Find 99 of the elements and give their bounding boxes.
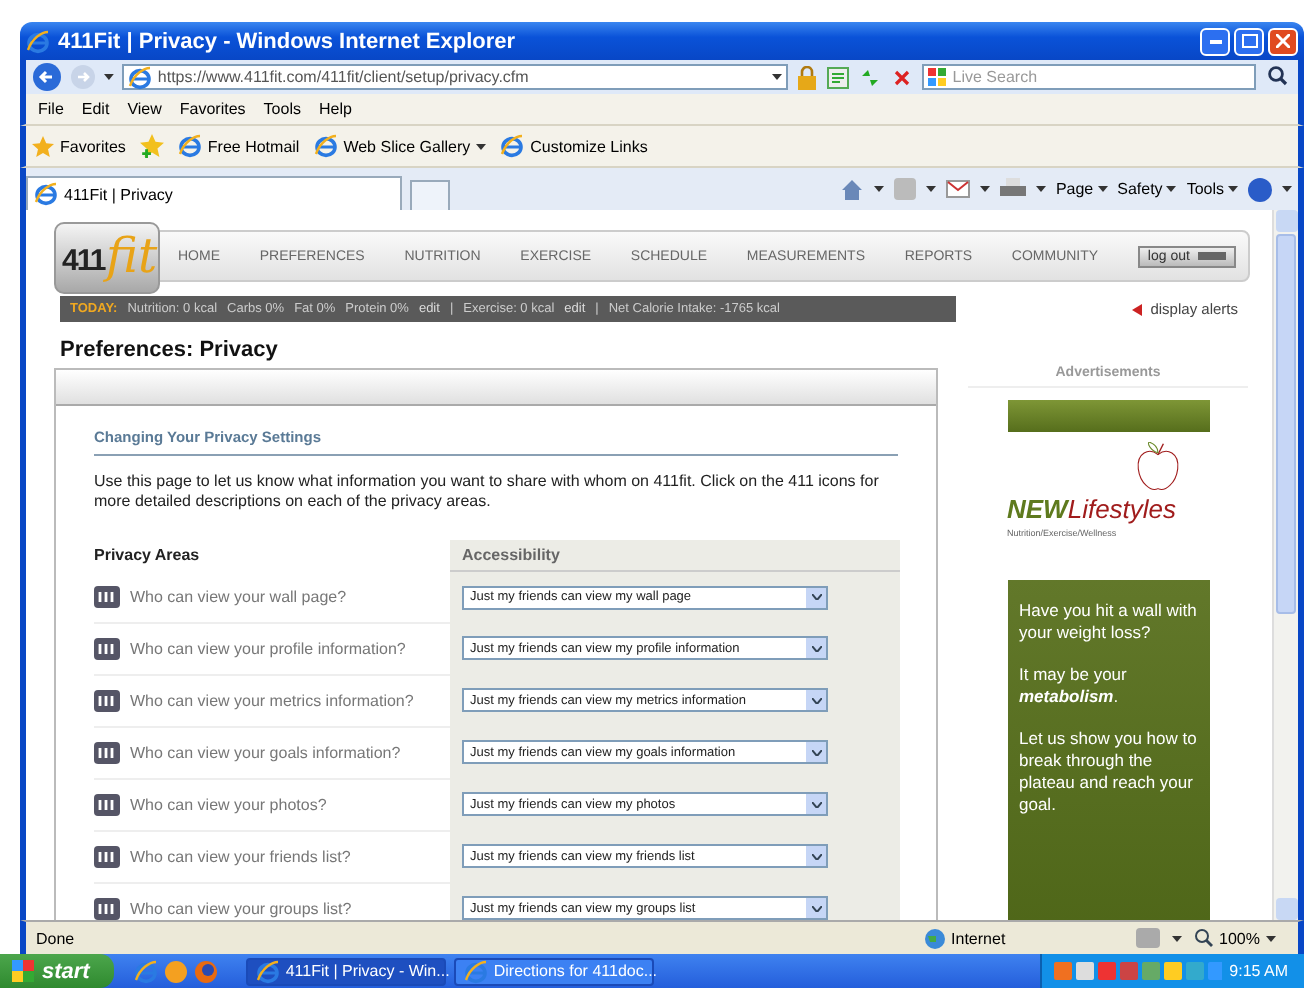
info-badge-icon[interactable] [94,585,120,607]
caret-icon [1266,935,1276,941]
ie-logo-icon [26,29,50,53]
info-badge-icon[interactable] [94,845,120,867]
info-badge-icon[interactable] [94,637,120,659]
browser-tab[interactable]: 411Fit | Privacy [26,176,402,210]
window-icon [463,959,488,983]
column-header: Privacy Areas [94,540,450,571]
description-text: Use this page to let us know what information you want to share with whom on 411fit. Click on the 411 icons for more detailed descriptions on each of the privacy areas. [94,472,881,512]
zoom-control[interactable]: 100% [1193,928,1288,948]
chevron-down-icon [811,697,821,703]
info-badge-icon[interactable] [94,793,120,815]
privacy-question: Who can view your goals information? [130,743,401,761]
ad-text: Have you hit a wall with your weight loss? [1019,600,1197,645]
caret-icon [1035,186,1046,192]
menu-item[interactable]: Edit [81,100,110,118]
flag-logo-icon [928,68,947,86]
clock: 9:15 AM [1229,962,1288,980]
triangle-icon [1132,303,1143,315]
page-icon [127,65,152,89]
ad-text: It may be your metabolism. [1019,664,1129,709]
caret-icon [1171,935,1182,941]
chevron-down-icon [811,645,821,651]
page-icon [500,134,525,158]
column-header: Accessibility [450,540,900,571]
caret-icon [979,186,990,192]
caret-icon [476,143,487,149]
favorites-button[interactable]: Favorites [32,135,126,157]
privacy-question: Who can view your wall page? [130,587,347,605]
caret-icon [772,74,783,80]
privacy-question: Who can view your metrics information? [130,691,414,709]
globe-icon [923,927,946,949]
site-logo[interactable]: 411fit [54,222,160,294]
page-heading: Preferences: Privacy [60,338,280,362]
stop-icon[interactable] [890,65,915,89]
mail-icon[interactable] [945,179,970,199]
chevron-down-icon [811,801,821,807]
page-icon [313,134,338,158]
minimize-button[interactable] [1200,27,1230,55]
privacy-question: Who can view your photos? [130,795,327,813]
window-title: 411Fit | Privacy - Windows Internet Explorer [58,29,516,53]
start-button[interactable]: start [0,954,114,988]
caret-icon [925,186,936,192]
taskbar-button[interactable]: Directions for 411doc... [453,957,654,985]
info-badge-icon[interactable] [94,897,120,919]
back-button[interactable] [32,62,62,92]
caret-icon [104,74,114,80]
tray-icons-drawing[interactable] [1053,960,1222,982]
taskbar-button[interactable]: 411Fit | Privacy - Win... [245,957,446,985]
maximize-button[interactable] [1234,27,1264,55]
minimize-icon [1209,38,1221,44]
new-tab-button[interactable] [410,180,450,210]
refresh-icon[interactable] [858,65,883,89]
info-badge-icon[interactable] [94,689,120,711]
chevron-down-icon [811,905,821,911]
caret-icon [1282,186,1292,192]
menu-item[interactable]: Favorites [179,100,246,118]
add-favorite-icon[interactable] [139,134,164,158]
padlock-icon [796,65,819,89]
close-button[interactable] [1268,27,1298,55]
privacy-question: Who can view your friends list? [130,847,351,865]
privacy-question: Who can view your profile information? [130,639,406,657]
favorites-link[interactable]: Free Hotmail [177,134,300,158]
command-menu[interactable]: Page [1055,180,1108,198]
ad-panel[interactable]: Have you hit a wall with your weight loss? It may be your metabolism. Let us show you how to break through the plateau and reach your goal. [1007,580,1209,920]
caret-icon [1097,186,1108,192]
scrollbar[interactable] [1272,210,1298,920]
menu-item[interactable]: File [38,100,64,118]
chevron-down-icon [811,594,821,600]
ad-text: Let us show you how to break through the plateau and reach your goal. [1019,728,1197,817]
maximize-icon [1241,34,1257,48]
menu-item[interactable]: View [127,100,162,118]
favorites-link[interactable]: Web Slice Gallery [313,134,487,158]
brand-name: NEWLifestyles [1007,494,1177,524]
window-icon [255,959,280,983]
compatibility-icon[interactable] [826,65,851,89]
page-icon [177,134,202,158]
star-icon [32,135,54,157]
address-field[interactable]: https://www.411fit.com/411fit/client/setup/privacy.cfm [121,64,789,90]
chevron-down-icon [811,853,821,859]
menu-item[interactable]: Tools [263,100,301,118]
privacy-question: Who can view your groups list? [130,899,352,917]
print-icon[interactable] [999,178,1026,200]
caret-icon [1228,186,1238,192]
info-badge-icon[interactable] [94,741,120,763]
caret-icon [1166,186,1177,192]
home-icon[interactable] [839,177,864,201]
favorites-link[interactable]: Customize Links [500,134,648,158]
menu-item[interactable]: Help [318,100,352,118]
page-icon [34,182,58,206]
close-icon [1276,34,1290,48]
magnifier-icon [1193,928,1214,948]
status-text: Done [36,929,75,947]
security-zone: Internet [923,927,1124,949]
chevron-down-icon [811,749,821,755]
caret-icon [873,186,884,192]
command-menu[interactable]: Tools [1186,180,1238,198]
search-icon[interactable] [1264,64,1292,90]
command-menu[interactable]: Safety [1117,180,1177,198]
